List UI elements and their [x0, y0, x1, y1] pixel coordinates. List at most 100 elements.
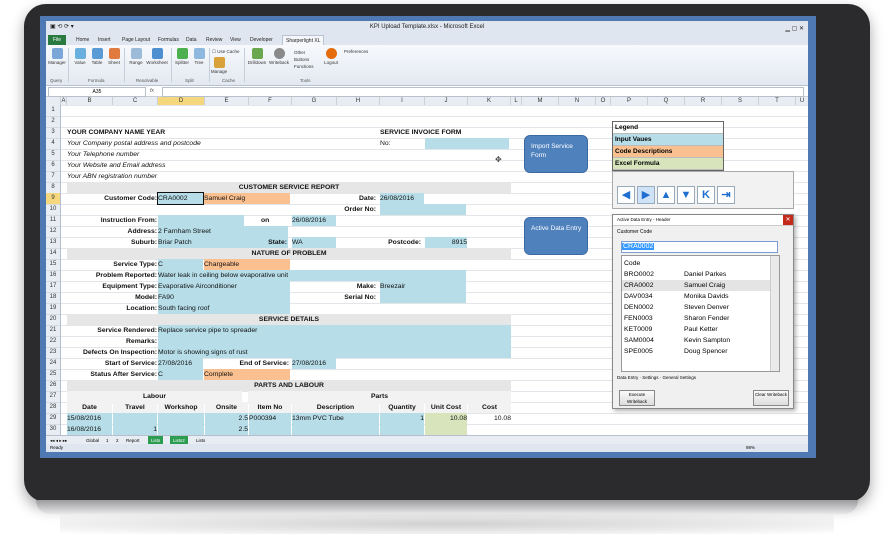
col-header[interactable]: H [337, 97, 380, 105]
equipment-cell[interactable]: Evaporative Airconditioner [158, 281, 290, 292]
tab-file[interactable]: File [48, 35, 67, 45]
col-header[interactable]: U [796, 97, 808, 105]
col-header[interactable]: E [205, 97, 249, 105]
end-cell[interactable]: 27/08/2016 [292, 358, 336, 369]
logout-button[interactable]: Logout [322, 48, 340, 65]
functions-menu[interactable]: Functions [294, 63, 314, 70]
table-cell-travel[interactable]: 1 [113, 424, 157, 435]
tab-data-entry[interactable]: Data Entry [617, 375, 638, 380]
tab-dialog-settings[interactable]: Settings [642, 375, 658, 380]
arrow-up-icon[interactable]: ▲ [657, 186, 675, 204]
model-cell[interactable]: FA90 [158, 292, 290, 303]
list-item[interactable]: FEN0003 Sharon Fender [622, 313, 770, 324]
col-header[interactable]: L [511, 97, 522, 105]
list-item[interactable]: DEN0002 Steven Denver [622, 302, 770, 313]
name-box[interactable]: A35 [48, 87, 146, 97]
col-header[interactable]: J [425, 97, 468, 105]
table-cell-workshop[interactable] [158, 424, 204, 435]
table-cell-date[interactable]: 15/08/2016 [67, 413, 112, 424]
zoom-level[interactable]: 98% [746, 444, 755, 452]
col-header[interactable]: D [158, 97, 205, 105]
tab-insert[interactable]: Insert [98, 35, 111, 45]
table-cell-quantity[interactable]: 1 [380, 413, 424, 424]
col-header[interactable]: N [559, 97, 596, 105]
tab-review[interactable]: Review [206, 35, 222, 45]
order-cell[interactable] [380, 204, 466, 215]
list-item-selected[interactable]: CRA0002 Samuel Craig [622, 280, 770, 291]
close-icon[interactable]: ✕ [783, 215, 793, 225]
location-cell[interactable]: South facing roof [158, 303, 290, 314]
splitter-button[interactable]: Splitter [173, 48, 191, 65]
fx-icon[interactable]: fx [150, 86, 154, 96]
tree-button[interactable]: Tree [190, 48, 208, 65]
buttons-menu[interactable]: Buttons [294, 56, 314, 63]
clear-writeback-button[interactable]: Clear Writeback [753, 390, 789, 406]
value-button[interactable]: Value [71, 48, 89, 65]
import-service-form-button[interactable]: Import Service Form [524, 135, 588, 173]
table-cell-item[interactable]: P000394 [249, 413, 291, 424]
tab-home[interactable]: Home [76, 35, 89, 45]
list-item[interactable]: KET0009 Paul Ketter [622, 324, 770, 335]
defects-cell[interactable]: Motor is showing signs of rust [158, 347, 511, 358]
tab-page-layout[interactable]: Page Layout [122, 35, 150, 45]
col-header[interactable]: T [759, 97, 796, 105]
tab-view[interactable]: View [230, 35, 241, 45]
worksheet-button[interactable]: Worksheet [145, 48, 169, 65]
col-header[interactable]: P [611, 97, 648, 105]
col-header[interactable]: G [292, 97, 337, 105]
date-cell[interactable]: 26/08/2016 [380, 193, 424, 204]
col-header[interactable]: B [67, 97, 113, 105]
problem-cell[interactable]: Water leak in ceiling below evaporative … [158, 270, 466, 281]
list-scrollbar[interactable] [770, 256, 779, 371]
manage-button[interactable]: Manage [210, 48, 228, 74]
col-header[interactable]: I [380, 97, 425, 105]
col-header[interactable]: F [249, 97, 292, 105]
manager-button[interactable]: Manager [48, 48, 66, 65]
sheet-button[interactable]: Sheet [105, 48, 123, 65]
other-menu[interactable]: Other [294, 49, 314, 56]
make-cell[interactable]: Breezair [380, 281, 466, 292]
table-cell-item[interactable] [249, 424, 291, 435]
first-icon[interactable]: K [697, 186, 715, 204]
instruction-date-cell[interactable]: 26/08/2016 [292, 215, 336, 226]
rendered-cell[interactable]: Replace service pipe to spreader [158, 325, 511, 336]
serial-cell[interactable] [380, 292, 466, 303]
select-all[interactable] [46, 97, 61, 105]
status-cell[interactable]: C [158, 369, 203, 380]
table-button[interactable]: Table [88, 48, 106, 65]
instruction-cell[interactable] [158, 215, 244, 226]
table-cell-description[interactable] [292, 424, 379, 435]
drilldown-button[interactable]: Drilldown [246, 48, 268, 65]
tab-data[interactable]: Data [186, 35, 197, 45]
col-header[interactable]: C [113, 97, 158, 105]
col-header[interactable]: K [468, 97, 511, 105]
customer-name-cell[interactable]: Samuel Craig [204, 193, 290, 204]
table-cell-description[interactable]: 13mm PVC Tube [292, 413, 379, 424]
tab-developer[interactable]: Developer [250, 35, 273, 45]
table-cell-date[interactable]: 16/08/2016 [67, 424, 112, 435]
remarks-cell[interactable] [158, 336, 511, 347]
col-header[interactable]: O [596, 97, 611, 105]
formula-input[interactable] [162, 87, 804, 97]
service-type-cell[interactable]: C [158, 259, 203, 270]
list-item[interactable]: DAV0034 Monika Davids [622, 291, 770, 302]
table-cell-onsite[interactable]: 2.5 [205, 424, 248, 435]
col-header[interactable]: Q [648, 97, 685, 105]
table-cell-workshop[interactable] [158, 413, 204, 424]
arrow-right-icon[interactable]: ▶ [637, 186, 655, 204]
table-cell-onsite[interactable]: 2.5 [205, 413, 248, 424]
tab-formulas[interactable]: Formulas [158, 35, 179, 45]
arrow-down-icon[interactable]: ▼ [677, 186, 695, 204]
col-header[interactable]: M [522, 97, 559, 105]
active-data-entry-button[interactable]: Active Data Entry [524, 217, 588, 255]
preferences-menu[interactable]: Preferences [344, 49, 368, 54]
range-button[interactable]: Range [127, 48, 145, 65]
tab-general-settings[interactable]: General Settings [663, 375, 697, 380]
table-cell-travel[interactable] [113, 413, 157, 424]
table-cell-quantity[interactable] [380, 424, 424, 435]
list-item[interactable]: SAM0004 Kevin Sampton [622, 335, 770, 346]
execute-writeback-button[interactable]: Execute Writeback [619, 390, 655, 406]
writeback-button[interactable]: Writeback [268, 48, 290, 65]
arrow-left-icon[interactable]: ◀ [617, 186, 635, 204]
customer-code-cell[interactable]: CRA0002 [157, 192, 204, 205]
